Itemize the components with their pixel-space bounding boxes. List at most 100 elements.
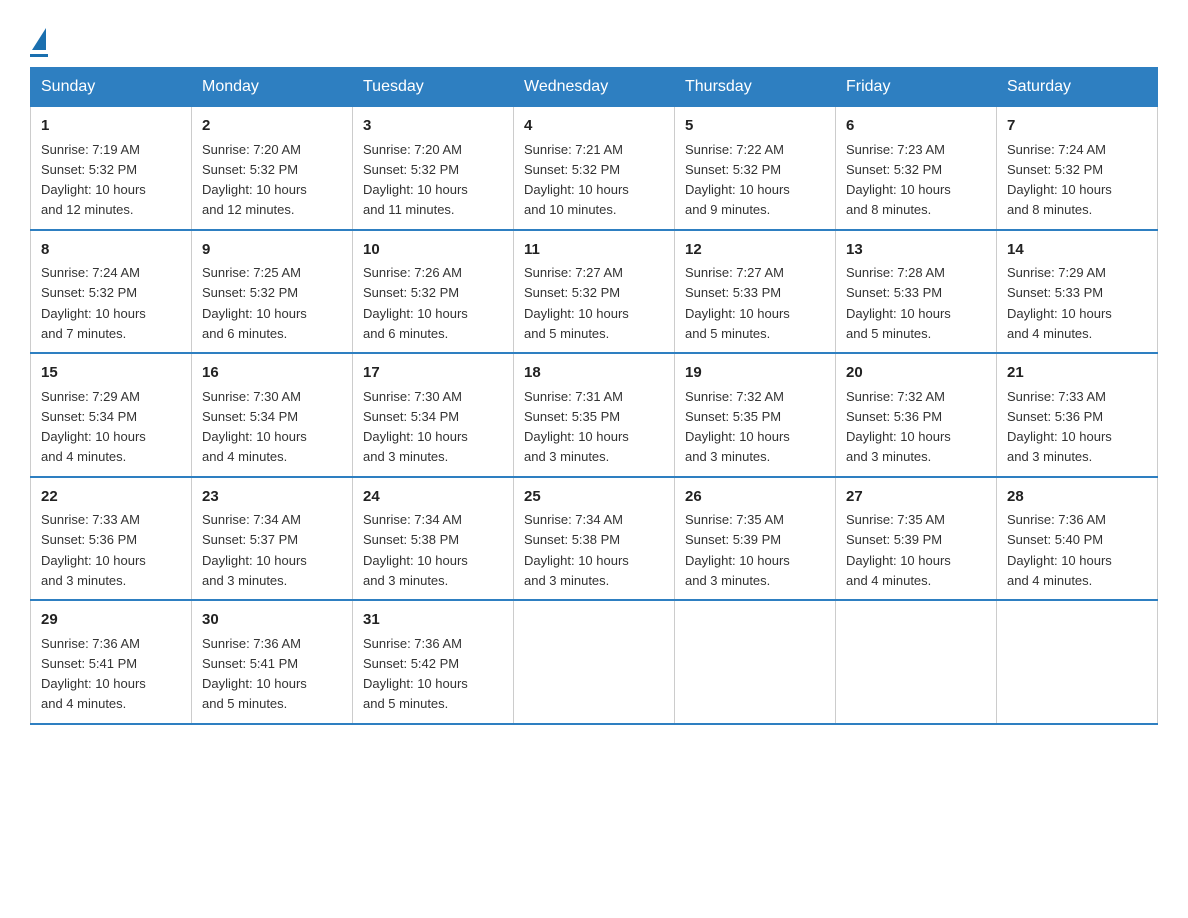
calendar-cell: 13 Sunrise: 7:28 AMSunset: 5:33 PMDaylig…	[836, 230, 997, 354]
day-number: 1	[41, 115, 181, 138]
page-header	[30, 20, 1158, 57]
day-info: Sunrise: 7:33 AMSunset: 5:36 PMDaylight:…	[41, 512, 146, 588]
logo-underline	[30, 54, 48, 57]
calendar-week-row: 1 Sunrise: 7:19 AMSunset: 5:32 PMDayligh…	[31, 107, 1158, 230]
day-header-tuesday: Tuesday	[353, 68, 514, 107]
calendar-cell: 15 Sunrise: 7:29 AMSunset: 5:34 PMDaylig…	[31, 353, 192, 477]
logo-triangle-icon	[32, 28, 46, 50]
day-header-monday: Monday	[192, 68, 353, 107]
day-number: 28	[1007, 486, 1147, 509]
day-info: Sunrise: 7:34 AMSunset: 5:38 PMDaylight:…	[524, 512, 629, 588]
day-info: Sunrise: 7:34 AMSunset: 5:37 PMDaylight:…	[202, 512, 307, 588]
day-number: 25	[524, 486, 664, 509]
calendar-cell: 8 Sunrise: 7:24 AMSunset: 5:32 PMDayligh…	[31, 230, 192, 354]
day-info: Sunrise: 7:20 AMSunset: 5:32 PMDaylight:…	[363, 142, 468, 218]
day-info: Sunrise: 7:32 AMSunset: 5:36 PMDaylight:…	[846, 389, 951, 465]
calendar-cell: 25 Sunrise: 7:34 AMSunset: 5:38 PMDaylig…	[514, 477, 675, 601]
day-header-friday: Friday	[836, 68, 997, 107]
calendar-cell: 9 Sunrise: 7:25 AMSunset: 5:32 PMDayligh…	[192, 230, 353, 354]
day-number: 2	[202, 115, 342, 138]
calendar-week-row: 22 Sunrise: 7:33 AMSunset: 5:36 PMDaylig…	[31, 477, 1158, 601]
day-header-wednesday: Wednesday	[514, 68, 675, 107]
day-info: Sunrise: 7:34 AMSunset: 5:38 PMDaylight:…	[363, 512, 468, 588]
calendar-cell: 14 Sunrise: 7:29 AMSunset: 5:33 PMDaylig…	[997, 230, 1158, 354]
calendar-cell: 2 Sunrise: 7:20 AMSunset: 5:32 PMDayligh…	[192, 107, 353, 230]
day-info: Sunrise: 7:36 AMSunset: 5:42 PMDaylight:…	[363, 636, 468, 712]
calendar-cell: 18 Sunrise: 7:31 AMSunset: 5:35 PMDaylig…	[514, 353, 675, 477]
day-info: Sunrise: 7:35 AMSunset: 5:39 PMDaylight:…	[846, 512, 951, 588]
day-number: 26	[685, 486, 825, 509]
day-number: 23	[202, 486, 342, 509]
calendar-cell: 27 Sunrise: 7:35 AMSunset: 5:39 PMDaylig…	[836, 477, 997, 601]
day-info: Sunrise: 7:36 AMSunset: 5:41 PMDaylight:…	[41, 636, 146, 712]
logo-text	[30, 30, 48, 52]
calendar-cell: 3 Sunrise: 7:20 AMSunset: 5:32 PMDayligh…	[353, 107, 514, 230]
day-number: 17	[363, 362, 503, 385]
calendar-cell: 11 Sunrise: 7:27 AMSunset: 5:32 PMDaylig…	[514, 230, 675, 354]
day-info: Sunrise: 7:28 AMSunset: 5:33 PMDaylight:…	[846, 265, 951, 341]
calendar-cell: 6 Sunrise: 7:23 AMSunset: 5:32 PMDayligh…	[836, 107, 997, 230]
day-number: 19	[685, 362, 825, 385]
day-number: 27	[846, 486, 986, 509]
calendar-cell: 19 Sunrise: 7:32 AMSunset: 5:35 PMDaylig…	[675, 353, 836, 477]
day-info: Sunrise: 7:19 AMSunset: 5:32 PMDaylight:…	[41, 142, 146, 218]
day-info: Sunrise: 7:24 AMSunset: 5:32 PMDaylight:…	[1007, 142, 1112, 218]
day-info: Sunrise: 7:25 AMSunset: 5:32 PMDaylight:…	[202, 265, 307, 341]
calendar-cell: 1 Sunrise: 7:19 AMSunset: 5:32 PMDayligh…	[31, 107, 192, 230]
day-info: Sunrise: 7:31 AMSunset: 5:35 PMDaylight:…	[524, 389, 629, 465]
day-number: 15	[41, 362, 181, 385]
day-number: 11	[524, 239, 664, 262]
calendar-cell	[514, 600, 675, 724]
calendar-cell: 28 Sunrise: 7:36 AMSunset: 5:40 PMDaylig…	[997, 477, 1158, 601]
calendar-cell: 4 Sunrise: 7:21 AMSunset: 5:32 PMDayligh…	[514, 107, 675, 230]
day-number: 22	[41, 486, 181, 509]
calendar-cell: 17 Sunrise: 7:30 AMSunset: 5:34 PMDaylig…	[353, 353, 514, 477]
day-header-sunday: Sunday	[31, 68, 192, 107]
day-info: Sunrise: 7:27 AMSunset: 5:32 PMDaylight:…	[524, 265, 629, 341]
day-info: Sunrise: 7:29 AMSunset: 5:34 PMDaylight:…	[41, 389, 146, 465]
calendar-week-row: 15 Sunrise: 7:29 AMSunset: 5:34 PMDaylig…	[31, 353, 1158, 477]
calendar-cell: 23 Sunrise: 7:34 AMSunset: 5:37 PMDaylig…	[192, 477, 353, 601]
day-info: Sunrise: 7:29 AMSunset: 5:33 PMDaylight:…	[1007, 265, 1112, 341]
calendar-table: SundayMondayTuesdayWednesdayThursdayFrid…	[30, 67, 1158, 725]
logo	[30, 30, 48, 57]
day-info: Sunrise: 7:21 AMSunset: 5:32 PMDaylight:…	[524, 142, 629, 218]
calendar-cell: 10 Sunrise: 7:26 AMSunset: 5:32 PMDaylig…	[353, 230, 514, 354]
day-number: 13	[846, 239, 986, 262]
calendar-cell	[675, 600, 836, 724]
day-number: 18	[524, 362, 664, 385]
day-info: Sunrise: 7:26 AMSunset: 5:32 PMDaylight:…	[363, 265, 468, 341]
day-header-thursday: Thursday	[675, 68, 836, 107]
calendar-cell: 29 Sunrise: 7:36 AMSunset: 5:41 PMDaylig…	[31, 600, 192, 724]
day-number: 30	[202, 609, 342, 632]
calendar-cell: 5 Sunrise: 7:22 AMSunset: 5:32 PMDayligh…	[675, 107, 836, 230]
day-info: Sunrise: 7:33 AMSunset: 5:36 PMDaylight:…	[1007, 389, 1112, 465]
day-header-saturday: Saturday	[997, 68, 1158, 107]
day-number: 29	[41, 609, 181, 632]
day-number: 9	[202, 239, 342, 262]
day-number: 14	[1007, 239, 1147, 262]
day-info: Sunrise: 7:27 AMSunset: 5:33 PMDaylight:…	[685, 265, 790, 341]
day-info: Sunrise: 7:20 AMSunset: 5:32 PMDaylight:…	[202, 142, 307, 218]
calendar-cell: 26 Sunrise: 7:35 AMSunset: 5:39 PMDaylig…	[675, 477, 836, 601]
day-info: Sunrise: 7:36 AMSunset: 5:41 PMDaylight:…	[202, 636, 307, 712]
day-info: Sunrise: 7:23 AMSunset: 5:32 PMDaylight:…	[846, 142, 951, 218]
day-info: Sunrise: 7:30 AMSunset: 5:34 PMDaylight:…	[363, 389, 468, 465]
day-number: 4	[524, 115, 664, 138]
calendar-cell: 7 Sunrise: 7:24 AMSunset: 5:32 PMDayligh…	[997, 107, 1158, 230]
day-number: 6	[846, 115, 986, 138]
calendar-cell: 31 Sunrise: 7:36 AMSunset: 5:42 PMDaylig…	[353, 600, 514, 724]
calendar-cell: 16 Sunrise: 7:30 AMSunset: 5:34 PMDaylig…	[192, 353, 353, 477]
day-number: 24	[363, 486, 503, 509]
day-number: 20	[846, 362, 986, 385]
calendar-cell: 20 Sunrise: 7:32 AMSunset: 5:36 PMDaylig…	[836, 353, 997, 477]
calendar-cell: 21 Sunrise: 7:33 AMSunset: 5:36 PMDaylig…	[997, 353, 1158, 477]
day-number: 10	[363, 239, 503, 262]
day-info: Sunrise: 7:22 AMSunset: 5:32 PMDaylight:…	[685, 142, 790, 218]
day-number: 16	[202, 362, 342, 385]
calendar-cell	[997, 600, 1158, 724]
day-info: Sunrise: 7:35 AMSunset: 5:39 PMDaylight:…	[685, 512, 790, 588]
day-info: Sunrise: 7:30 AMSunset: 5:34 PMDaylight:…	[202, 389, 307, 465]
day-number: 21	[1007, 362, 1147, 385]
calendar-week-row: 29 Sunrise: 7:36 AMSunset: 5:41 PMDaylig…	[31, 600, 1158, 724]
